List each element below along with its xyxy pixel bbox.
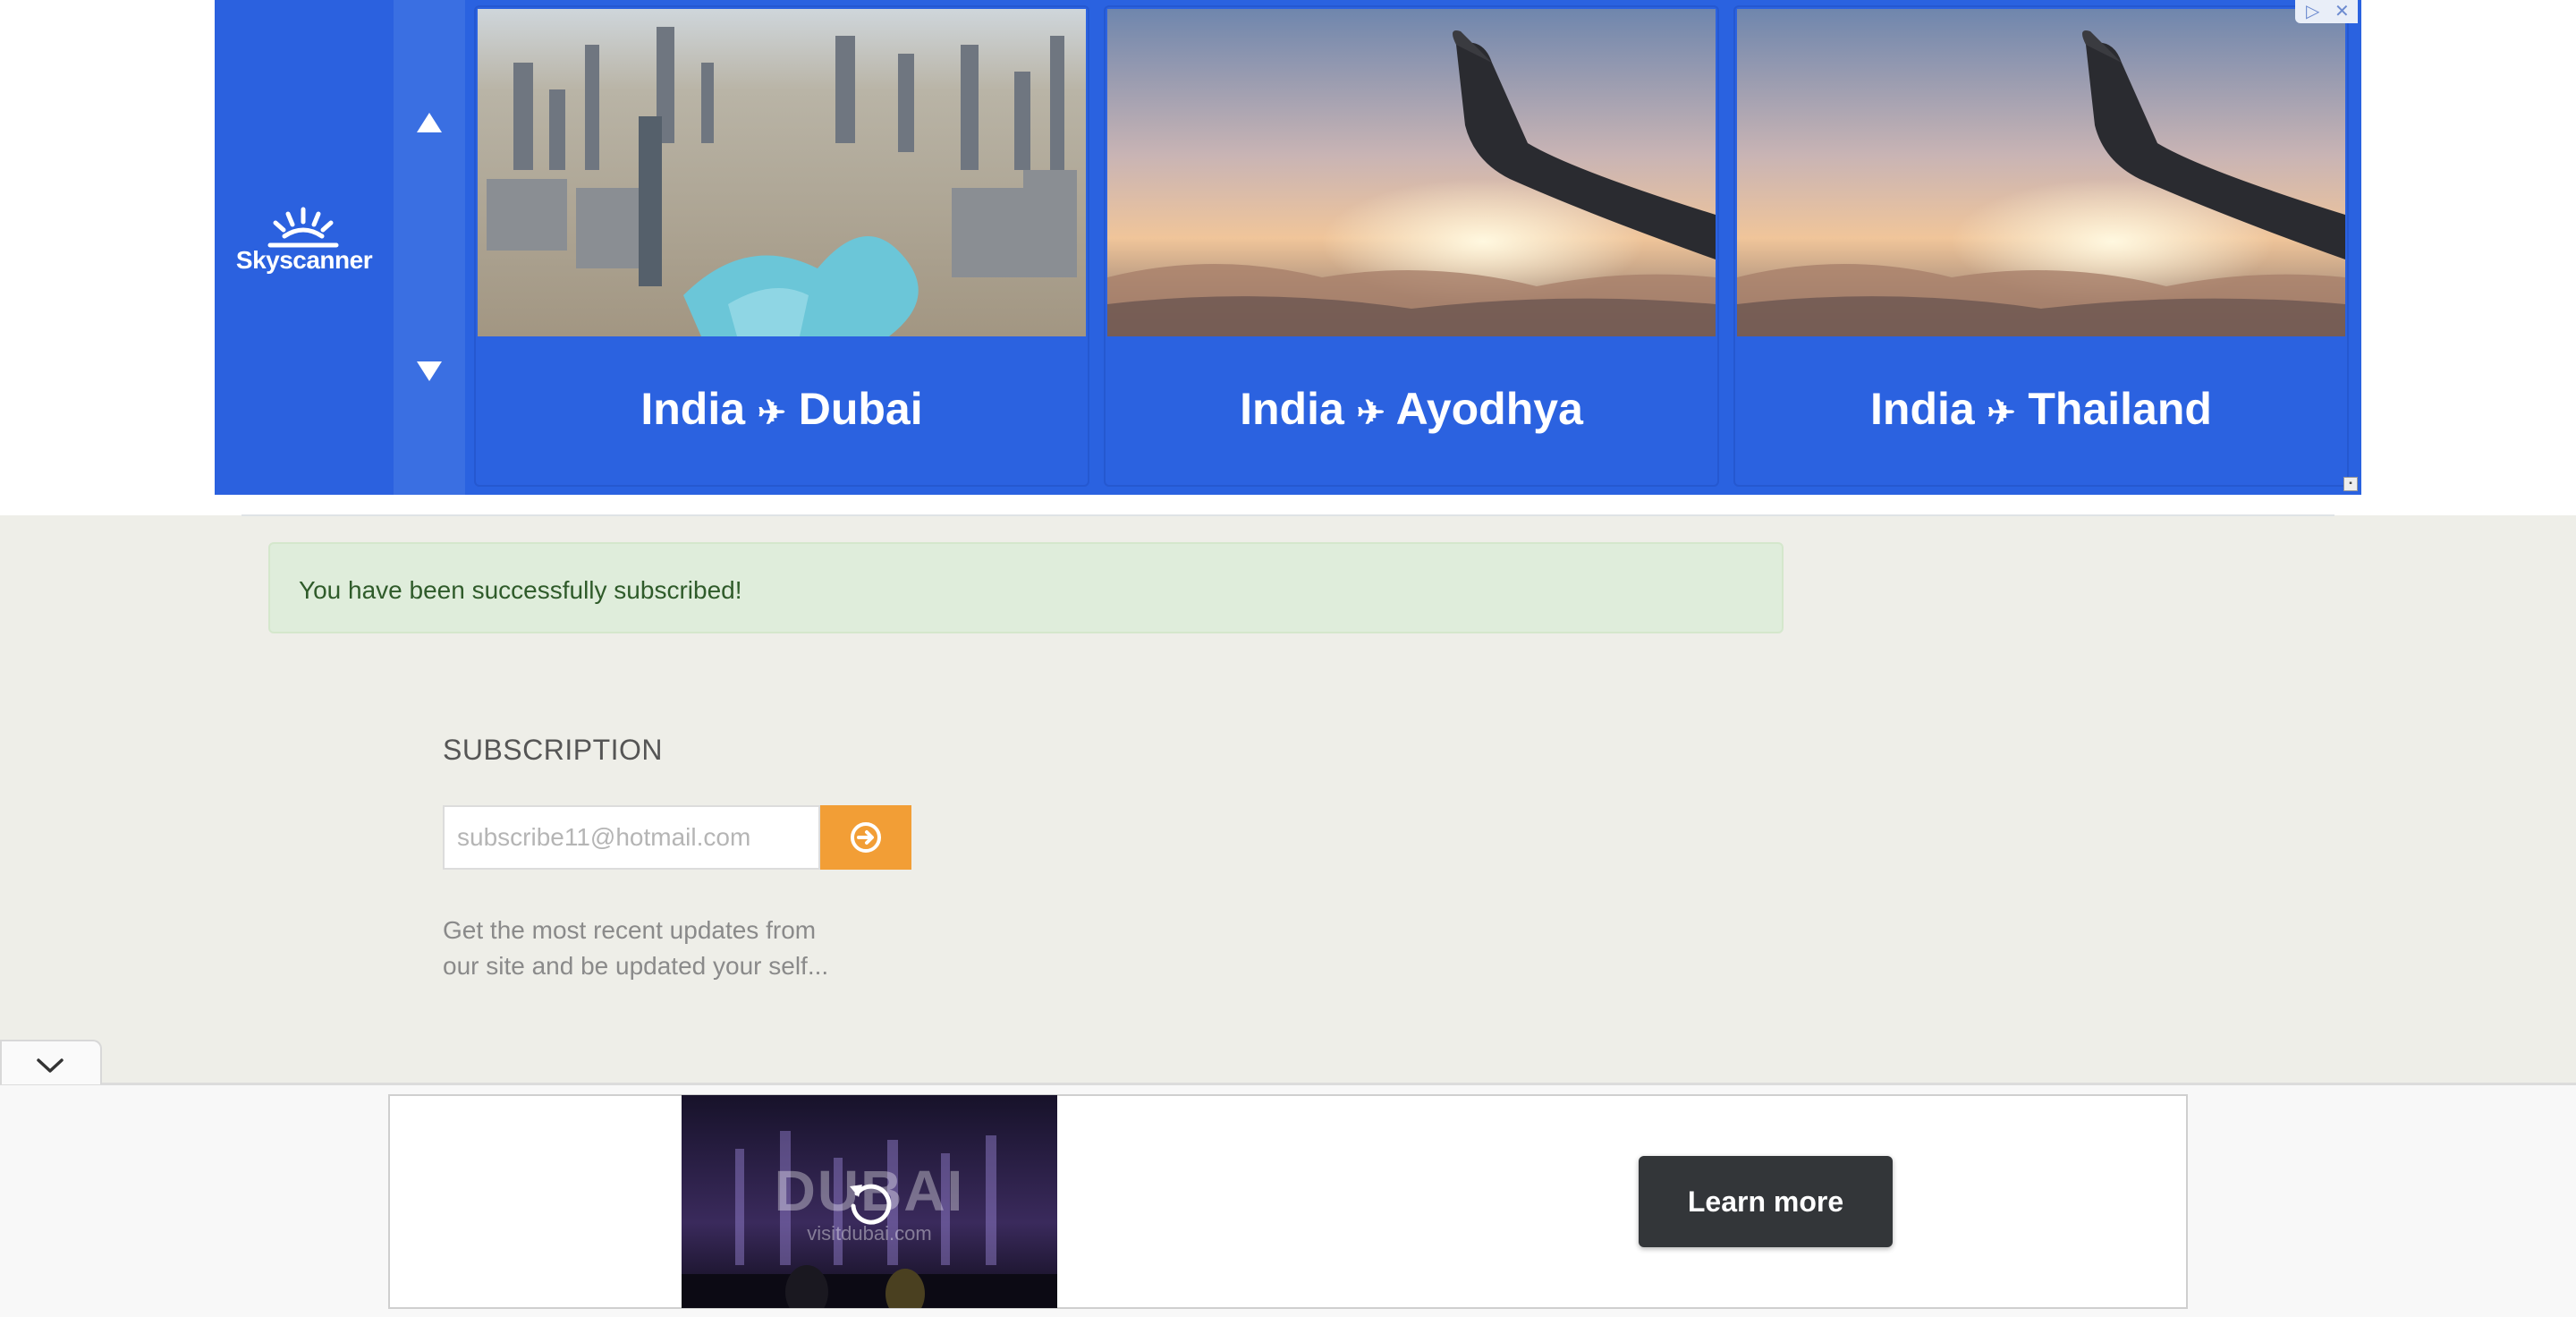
airplane-wing-sunset-image xyxy=(1107,9,1716,336)
dubai-city-aerial-image xyxy=(478,9,1086,336)
replay-icon[interactable] xyxy=(841,1174,898,1231)
ad-choices-icon[interactable]: ▷ xyxy=(2306,0,2319,23)
ad-video-player[interactable]: DUBAI visitdubai.com xyxy=(682,1095,1057,1308)
learn-more-button[interactable]: Learn more xyxy=(1639,1156,1893,1247)
carousel-arrows xyxy=(394,0,465,495)
success-alert-message: You have been successfully subscribed! xyxy=(299,576,742,604)
destination-card-thailand[interactable]: India ✈ Thailand xyxy=(1735,7,2347,485)
destination-title-thailand: India ✈ Thailand xyxy=(1870,384,2212,434)
skyscanner-ad-banner[interactable]: Skyscanner India ✈ Dubai India ✈ Ayodhya… xyxy=(215,0,2361,495)
subscription-description: Get the most recent updates from our sit… xyxy=(443,916,829,980)
ad-info-icon[interactable]: ▪ xyxy=(2343,477,2358,491)
ad-choices-badge[interactable]: ▷ ✕ xyxy=(2295,0,2358,23)
success-alert: You have been successfully subscribed! xyxy=(268,542,1784,633)
triangle-down-icon xyxy=(417,361,442,381)
destination-card-dubai[interactable]: India ✈ Dubai xyxy=(476,7,1088,485)
skyscanner-brand-name: Skyscanner xyxy=(235,246,373,274)
collapse-ad-button[interactable] xyxy=(0,1040,102,1084)
carousel-down-button[interactable] xyxy=(413,358,445,385)
chevron-down-icon xyxy=(37,1058,64,1073)
close-ad-icon[interactable]: ✕ xyxy=(2334,0,2350,23)
destination-card-ayodhya[interactable]: India ✈ Ayodhya xyxy=(1106,7,1717,485)
triangle-up-icon xyxy=(417,113,442,132)
carousel-up-button[interactable] xyxy=(413,109,445,136)
subscription-title: SUBSCRIPTION xyxy=(443,734,664,766)
bottom-ad-container[interactable] xyxy=(388,1094,2188,1309)
airplane-wing-sunset-image xyxy=(1737,9,2345,336)
destination-title-dubai: India ✈ Dubai xyxy=(640,384,923,434)
subscribe-button[interactable] xyxy=(820,805,911,870)
skyscanner-brand-panel[interactable]: Skyscanner xyxy=(215,0,394,495)
circle-arrow-right-icon xyxy=(851,822,881,853)
destination-title-ayodhya: India ✈ Ayodhya xyxy=(1240,384,1583,434)
subscription-email-input[interactable] xyxy=(443,805,820,870)
divider xyxy=(242,514,2334,516)
